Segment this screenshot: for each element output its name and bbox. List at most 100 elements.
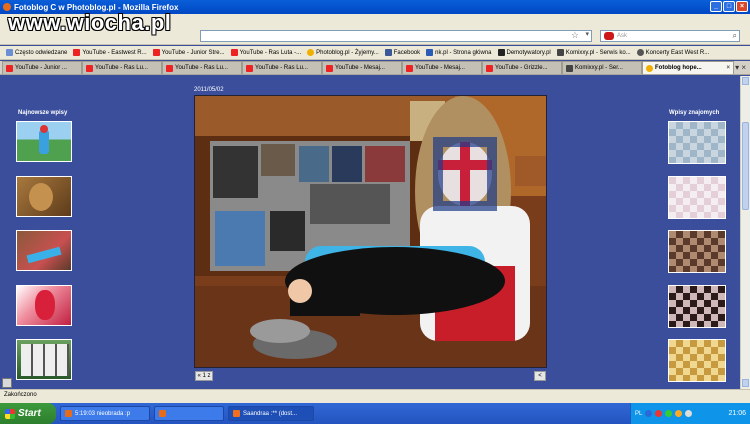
bookmark-item[interactable]: Często odwiedzane [3, 49, 70, 56]
tab-list-icon[interactable]: ▾ × [735, 63, 746, 72]
browser-tab[interactable]: YouTube - Junior ... [2, 61, 82, 74]
bookmark-label: nk.pl - Strona główna [435, 49, 492, 56]
status-text: Zakończono [4, 391, 37, 398]
url-dropdown-icon[interactable]: ▾ [585, 30, 589, 38]
nk-icon [426, 49, 434, 56]
tray-icon[interactable] [665, 410, 673, 417]
scroll-thumb[interactable] [742, 122, 749, 210]
friend-entry-thumbnail[interactable] [668, 230, 726, 273]
entry-thumbnail[interactable] [16, 121, 72, 162]
tray-icon[interactable] [675, 410, 683, 417]
start-button[interactable]: Start [0, 403, 56, 424]
yt-icon [6, 64, 13, 72]
tray-icon[interactable] [685, 410, 693, 417]
app-icon [159, 410, 166, 417]
browser-tab[interactable]: YouTube - Ras Lu... [82, 61, 162, 74]
yt-icon [326, 64, 333, 72]
friend-entry-thumbnail[interactable] [668, 176, 726, 219]
yt-icon [406, 64, 413, 72]
bookmark-label: Koncerty East West R... [645, 49, 710, 56]
kb-icon [556, 49, 564, 56]
yt-icon [73, 49, 81, 56]
browser-tab[interactable]: YouTube - Ras Lu... [242, 61, 322, 74]
browser-tab[interactable]: YouTube - Mesaj... [322, 61, 402, 74]
share-button[interactable]: < [534, 371, 546, 381]
entry-thumbnail[interactable] [16, 176, 72, 217]
bookmark-item[interactable]: Demotywatory.pl [495, 49, 554, 56]
tab-label: Komixxy.pl - Ser... [575, 65, 623, 71]
tab-label: YouTube - Ras Lu... [95, 65, 148, 71]
taskbar-window-button[interactable]: 5:19:03 nieobrada :p [60, 406, 150, 421]
bottom-left-widget-icon[interactable] [2, 378, 12, 388]
friend-entry-thumbnail[interactable] [668, 121, 726, 164]
close-button[interactable]: × [736, 1, 748, 12]
entry-thumbnail[interactable] [16, 285, 72, 326]
watermark: www.wiocha.pl [8, 10, 172, 35]
browser-tab[interactable]: Fotoblog hope... × [642, 61, 734, 74]
bookmark-label: Komixxy.pl - Serwis ko... [565, 49, 631, 56]
search-icon[interactable]: ⌕ [733, 31, 737, 41]
bookmark-label: YouTube - Junior Stre... [161, 49, 225, 56]
yt-icon [86, 64, 93, 72]
friend-entry-thumbnail[interactable] [668, 285, 726, 328]
scroll-down-icon[interactable] [742, 379, 749, 387]
bookmark-item[interactable]: YouTube - Ras Luta -... [228, 49, 305, 56]
browser-tab[interactable]: YouTube - Grizzle... [482, 61, 562, 74]
maximize-button[interactable]: □ [723, 1, 735, 12]
bookmark-label: Photoblog.pl - Żyjemy... [316, 49, 379, 56]
bookmark-item[interactable]: Komixxy.pl - Serwis ko... [554, 49, 634, 56]
taskbar-window-label: Saandraa :** (dost... [243, 410, 298, 417]
taskbar-window-button[interactable] [154, 406, 224, 421]
language-indicator[interactable]: PL [635, 411, 642, 417]
yt-icon [486, 64, 493, 72]
tab-label: YouTube - Ras Lu... [255, 65, 308, 71]
page-scrollbar[interactable] [740, 76, 750, 389]
yt-icon [246, 64, 253, 72]
start-label: Start [18, 408, 41, 419]
dm-icon [497, 49, 505, 56]
bookmark-item[interactable]: YouTube - Eastwest R... [70, 49, 149, 56]
tray-clock: 21:06 [728, 410, 746, 417]
previous-entry-link[interactable]: « 1 z [195, 371, 213, 381]
scroll-up-icon[interactable] [742, 77, 749, 85]
minimize-button[interactable]: _ [710, 1, 722, 12]
url-bar[interactable]: ☆ ▾ [200, 30, 592, 42]
bookmark-label: Często odwiedzane [15, 49, 68, 56]
bookmark-label: YouTube - Eastwest R... [82, 49, 147, 56]
tab-label: YouTube - Grizzle... [495, 65, 548, 71]
search-box[interactable]: Ask ⌕ [600, 30, 740, 42]
friend-entry-thumbnail[interactable] [668, 339, 726, 382]
entry-thumbnail[interactable] [16, 230, 72, 271]
bookmark-item[interactable]: nk.pl - Strona główna [423, 49, 494, 56]
window-controls: _ □ × [710, 1, 748, 12]
tab-label: Fotoblog hope... [655, 65, 702, 71]
tray-icon[interactable] [655, 410, 663, 417]
bookmark-label: Demotywatory.pl [506, 49, 551, 56]
browser-tab[interactable]: Komixxy.pl - Ser... [562, 61, 642, 74]
browser-tab[interactable]: YouTube - Ras Lu... [162, 61, 242, 74]
latest-entries-title: Najnowsze wpisy [18, 110, 68, 116]
bookmark-item[interactable]: Facebook [382, 49, 423, 56]
browser-tab[interactable]: YouTube - Mesaj... [402, 61, 482, 74]
bookmark-item[interactable]: Koncerty East West R... [634, 49, 713, 56]
bookmark-item[interactable]: Photoblog.pl - Żyjemy... [304, 49, 382, 56]
yt-icon [166, 64, 173, 72]
tray-icon[interactable] [645, 410, 653, 417]
entry-date: 2011/05/02 [194, 87, 224, 93]
close-tab-icon[interactable]: × [726, 65, 730, 71]
main-photo [194, 95, 547, 368]
entry-thumbnail[interactable] [16, 339, 72, 380]
kb-icon [566, 64, 573, 72]
task-list: 5:19:03 nieobrada :p Saandraa :** (dost..… [56, 406, 314, 421]
windows-logo-icon [5, 408, 15, 419]
bookmark-star-icon[interactable]: ☆ [571, 30, 579, 41]
photo-illustration [195, 96, 546, 367]
tab-label: YouTube - Mesaj... [335, 65, 385, 71]
tab-label: YouTube - Ras Lu... [175, 65, 228, 71]
bookmark-item[interactable]: YouTube - Junior Stre... [150, 49, 228, 56]
bookmark-label: YouTube - Ras Luta -... [239, 49, 302, 56]
app-icon [65, 410, 72, 417]
taskbar-window-button[interactable]: Saandraa :** (dost... [228, 406, 314, 421]
bookmarks-toolbar: Często odwiedzane YouTube - Eastwest R...… [0, 46, 750, 60]
tab-label: YouTube - Mesaj... [415, 65, 465, 71]
